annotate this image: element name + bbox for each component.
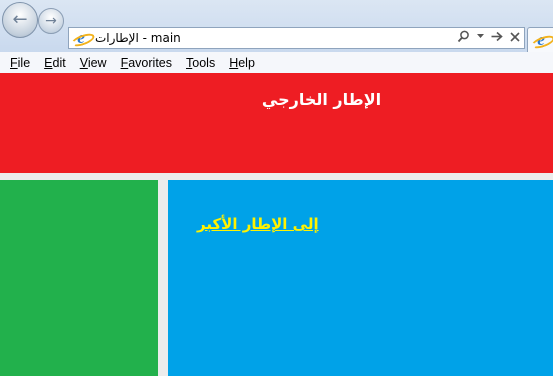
browser-chrome: ← → e الإطارات - main e <box>0 0 553 52</box>
menu-bar: File Edit View Favorites Tools Help <box>0 52 553 74</box>
outer-frame: الإطار الخارجي <box>0 73 553 173</box>
ie-page-icon: e <box>73 28 89 47</box>
page-title: الإطارات - main <box>95 31 181 45</box>
back-button[interactable]: ← <box>2 2 38 38</box>
arrow-left-icon: ← <box>12 9 28 30</box>
address-bar[interactable]: e الإطارات - main <box>68 27 525 49</box>
go-to-larger-frame-link[interactable]: إلى الإطار الأكبر <box>197 215 319 233</box>
outer-frame-heading: الإطار الخارجي <box>261 90 382 109</box>
ie-tab-icon: e <box>533 30 549 49</box>
left-frame <box>0 180 158 376</box>
address-tools <box>457 30 520 43</box>
menu-file[interactable]: File <box>4 56 36 70</box>
page-viewport: الإطار الخارجي إلى الإطار الأكبر <box>0 73 553 376</box>
forward-button[interactable]: → <box>38 8 64 34</box>
menu-view[interactable]: View <box>74 56 113 70</box>
arrow-right-icon[interactable] <box>491 31 503 42</box>
browser-tab[interactable]: e <box>527 27 553 52</box>
close-icon[interactable] <box>510 31 520 42</box>
menu-help[interactable]: Help <box>223 56 261 70</box>
menu-favorites[interactable]: Favorites <box>115 56 178 70</box>
search-icon[interactable] <box>457 30 470 43</box>
chevron-down-icon[interactable] <box>477 34 484 39</box>
menu-tools[interactable]: Tools <box>180 56 221 70</box>
menu-edit[interactable]: Edit <box>38 56 72 70</box>
arrow-right-icon: → <box>45 13 57 29</box>
right-frame: إلى الإطار الأكبر <box>168 180 553 376</box>
